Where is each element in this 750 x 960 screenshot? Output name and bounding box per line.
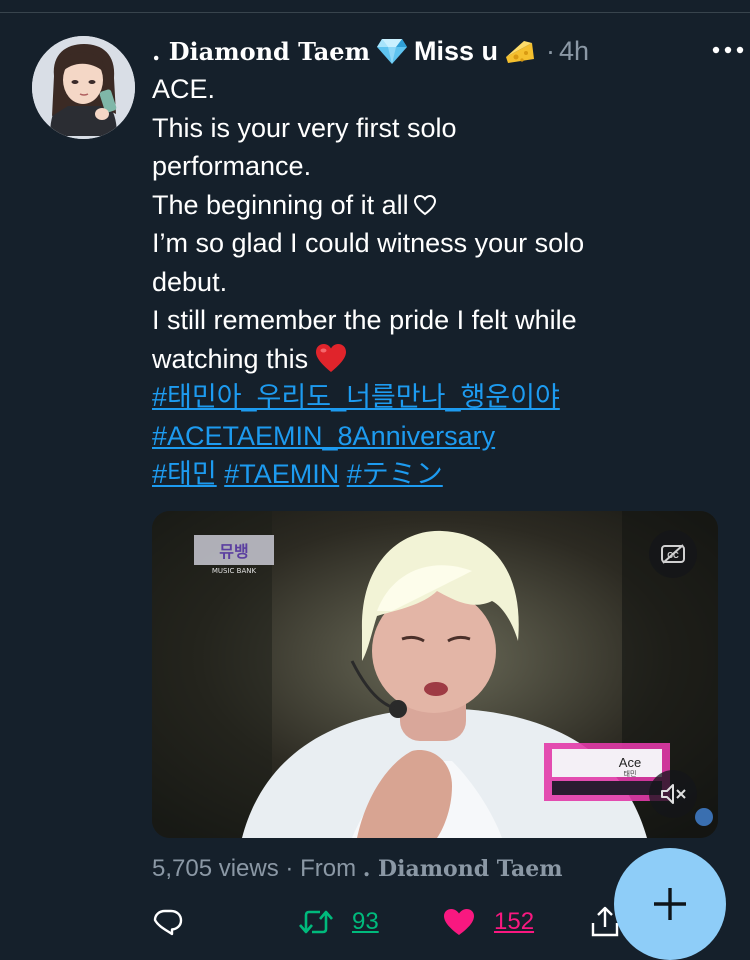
text-line: performance. [152,151,312,181]
text-line: The beginning of it all [152,189,409,220]
retweet-icon [299,910,333,934]
hashtag-link[interactable]: #태민 [152,459,217,489]
views-text: 5,705 views · From [152,855,357,882]
compose-tweet-button[interactable] [614,848,726,960]
text-line: I still remember the pride I felt while [152,305,577,335]
text-line: ACE. [152,74,216,104]
closed-captions-off-icon: CC [661,544,685,564]
text-line-with-heart: The beginning of it all [152,186,732,225]
text-line: I’m so glad I could witness your solo [152,228,585,258]
tweet-text: ACE. This is your very first solo perfor… [152,70,732,494]
hashtag-link[interactable]: #TAEMIN [224,459,339,489]
timestamp[interactable]: 4h [559,36,589,67]
tweet-header: . Diamond Taem Miss u · 4h [152,28,744,74]
red-heart-icon [316,343,347,372]
like-button[interactable]: 152 [442,900,534,944]
avatar-illustration [32,36,135,139]
hashtag-line: #태민 #TAEMIN #テミン [152,455,732,494]
hashtag-link[interactable]: #태민아_우리도_너를만나_행운이야 [152,382,560,412]
gem-icon [376,39,407,64]
heart-filled-icon [444,909,474,935]
action-bar: 93 152 [152,900,632,944]
tweet-content: . Diamond Taem Miss u · 4h ACE. This is … [152,28,744,494]
retweet-count: 93 [352,908,379,935]
display-name[interactable]: . Diamond Taem [152,37,370,66]
artist-caption: 태민 [624,769,637,778]
broadcast-logo-text: MUSIC BANK [212,567,257,575]
source-name[interactable]: . Diamond Taem [363,856,563,882]
plus-icon [654,888,686,920]
hashtag-line: #ACETAEMIN_8Anniversary [152,417,732,456]
cheese-icon [506,41,534,63]
text-line: debut. [152,266,228,297]
like-count: 152 [494,908,535,935]
avatar[interactable] [32,36,135,139]
svg-text:뮤뱅: 뮤뱅 [219,542,248,561]
name-suffix: Miss u [413,35,498,66]
hashtag-link[interactable]: #ACETAEMIN_8Anniversary [152,421,495,451]
text-line-with-heart: watching this [152,340,732,379]
more-options-icon[interactable] [708,34,748,64]
song-title: Ace [619,755,641,770]
closed-captions-button[interactable]: CC [649,530,697,578]
view-count-line: 5,705 views · From . Diamond Taem [152,855,563,883]
video-player[interactable]: 뮤뱅 MUSIC BANK Ace 태민 CC [152,511,718,838]
hashtag-link[interactable]: #テミン [347,459,443,489]
separator-dot: · [546,35,555,66]
reply-icon [153,909,183,936]
retweet-button[interactable]: 93 [298,900,379,944]
white-heart-icon [413,194,436,215]
text-line: This is your very first solo [152,112,457,143]
volume-muted-icon [661,784,686,804]
top-divider [0,12,750,13]
hashtag-line: #태민아_우리도_너를만나_행운이야 [152,378,732,417]
mute-button[interactable] [649,770,697,818]
reply-button[interactable] [152,900,184,944]
text-line: watching this [152,343,309,374]
